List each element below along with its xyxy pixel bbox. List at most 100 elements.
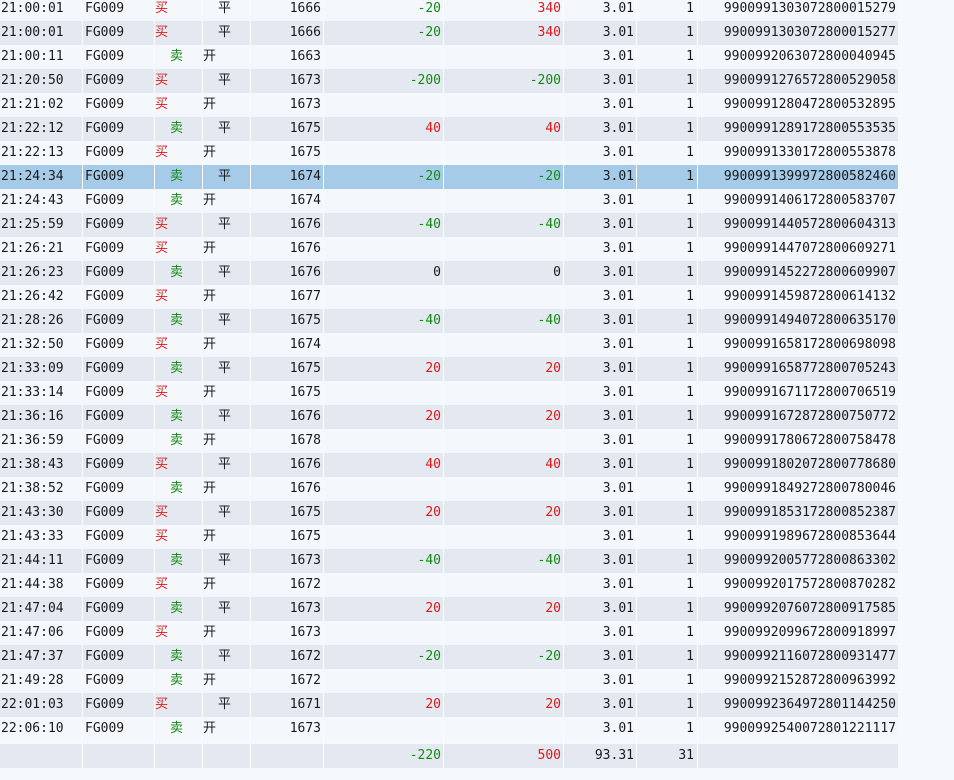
table-row[interactable]: 21:47:06 FG009 买开 1673 3.01 1 9900992099672800…	[0, 621, 898, 645]
price-cell: 1674	[251, 333, 324, 357]
time-cell: 21:24:43	[0, 189, 83, 213]
quantity-cell: 1	[637, 645, 698, 669]
totals-blank	[203, 744, 251, 768]
time-cell: 21:21:02	[0, 93, 83, 117]
direction-cell: 卖	[155, 477, 203, 501]
trade-id-cell: 9900992063072800040945	[723, 49, 896, 64]
table-row[interactable]: 21:44:11 FG009 卖平 1673 -40 -40 3.01 1 9900992005…	[0, 549, 898, 573]
table-row[interactable]: 21:26:42 FG009 买开 1677 3.01 1 9900991459872800…	[0, 285, 898, 309]
table-row[interactable]: 21:24:43 FG009 卖开 1674 3.01 1 9900991406172800…	[0, 189, 898, 213]
price-cell: 1675	[251, 309, 324, 333]
contract-cell: FG009	[83, 645, 155, 669]
table-row[interactable]: 21:20:50 FG009 买平 1673 -200 -200 3.01 1 99009912…	[0, 69, 898, 93]
table-row[interactable]: 22:01:03 FG009 买平 1671 20 20 3.01 1 990099236497…	[0, 693, 898, 717]
trade-id-cell: 9900992076072800917585	[723, 601, 896, 616]
profit-cell	[324, 717, 444, 741]
profit-cell	[324, 333, 444, 357]
table-row[interactable]: 21:28:26 FG009 卖平 1675 -40 -40 3.01 1 9900991494…	[0, 309, 898, 333]
table-row[interactable]: 21:38:43 FG009 买平 1676 40 40 3.01 1 990099180207…	[0, 453, 898, 477]
table-row[interactable]: 21:22:13 FG009 买开 1675 3.01 1 9900991330172800…	[0, 141, 898, 165]
contract-cell: FG009	[83, 429, 155, 453]
profit-cell-2	[444, 189, 564, 213]
table-row[interactable]: 21:47:37 FG009 卖平 1672 -20 -20 3.01 1 9900992116…	[0, 645, 898, 669]
price-cell: 1677	[251, 285, 324, 309]
profit-cell-2: 20	[444, 357, 564, 381]
table-row[interactable]: 21:32:50 FG009 买开 1674 3.01 1 9900991658172800…	[0, 333, 898, 357]
trade-id-cell: 9900992540072801221117	[723, 721, 896, 736]
price-cell: 1676	[251, 405, 324, 429]
table-row[interactable]: 21:24:34 FG009 卖平 1674 -20 -20 3.01 1 9900991399…	[0, 165, 898, 189]
table-row[interactable]: 22:06:10 FG009 卖开 1673 3.01 1 9900992540072801…	[0, 717, 898, 741]
table-row[interactable]: 21:25:59 FG009 买平 1676 -40 -40 3.01 1 9900991440…	[0, 213, 898, 237]
open-close-cell: 开	[203, 573, 251, 597]
table-row[interactable]: 21:33:14 FG009 买开 1675 3.01 1 9900991671172800…	[0, 381, 898, 405]
profit-cell: -20	[324, 0, 444, 21]
direction-cell: 卖	[155, 165, 203, 189]
time-cell: 21:26:23	[0, 261, 83, 285]
time-cell: 21:20:50	[0, 69, 83, 93]
profit-cell-2	[444, 141, 564, 165]
quantity-cell: 1	[637, 621, 698, 645]
totals-blank	[698, 744, 898, 768]
profit-cell-2: -20	[444, 645, 564, 669]
table-row[interactable]: 21:49:28 FG009 卖开 1672 3.01 1 9900992152872800…	[0, 669, 898, 693]
table-row[interactable]: 21:33:09 FG009 卖平 1675 20 20 3.01 1 990099165877…	[0, 357, 898, 381]
profit-cell: -40	[324, 549, 444, 573]
quantity-cell: 1	[637, 525, 698, 549]
profit-cell-2	[444, 669, 564, 693]
quantity-cell: 1	[637, 573, 698, 597]
price-cell: 1675	[251, 357, 324, 381]
profit-cell: 40	[324, 117, 444, 141]
time-cell: 21:38:43	[0, 453, 83, 477]
direction-cell: 卖	[155, 645, 203, 669]
totals-blank	[155, 744, 203, 768]
direction-cell: 卖	[155, 117, 203, 141]
totals-blank	[251, 744, 324, 768]
fee-cell: 3.01	[564, 429, 637, 453]
table-row[interactable]: 21:21:02 FG009 买开 1673 3.01 1 9900991280472800…	[0, 93, 898, 117]
fee-cell: 3.01	[564, 645, 637, 669]
table-row[interactable]: 21:43:30 FG009 买平 1675 20 20 3.01 1 990099185317…	[0, 501, 898, 525]
direction-cell: 买	[155, 525, 203, 549]
profit-cell	[324, 189, 444, 213]
profit-cell-2: -200	[444, 69, 564, 93]
profit-cell-2: 20	[444, 693, 564, 717]
total-profit-2: 500	[444, 744, 564, 768]
table-row[interactable]: 21:36:59 FG009 卖开 1678 3.01 1 9900991780672800…	[0, 429, 898, 453]
direction-cell: 买	[155, 333, 203, 357]
table-row[interactable]: 21:26:23 FG009 卖平 1676 0 0 3.01 1 99009914522728…	[0, 261, 898, 285]
table-row[interactable]: 21:38:52 FG009 卖开 1676 3.01 1 9900991849272800…	[0, 477, 898, 501]
table-row[interactable]: 21:44:38 FG009 买开 1672 3.01 1 9900992017572800…	[0, 573, 898, 597]
price-cell: 1675	[251, 525, 324, 549]
price-cell: 1674	[251, 189, 324, 213]
table-row[interactable]: 21:26:21 FG009 买开 1676 3.01 1 9900991447072800…	[0, 237, 898, 261]
quantity-cell: 1	[637, 165, 698, 189]
fee-cell: 3.01	[564, 45, 637, 69]
direction-cell: 买	[155, 141, 203, 165]
open-close-cell: 平	[203, 117, 251, 141]
quantity-cell: 1	[637, 357, 698, 381]
table-row[interactable]: 21:43:33 FG009 买开 1675 3.01 1 9900991989672800…	[0, 525, 898, 549]
profit-cell: 20	[324, 501, 444, 525]
trade-id-cell: 9900992152872800963992	[723, 673, 896, 688]
table-row[interactable]: 21:00:01 FG009 买平 1666 -20 340 3.01 1 9900991303…	[0, 0, 898, 21]
time-cell: 21:25:59	[0, 213, 83, 237]
quantity-cell: 1	[637, 405, 698, 429]
table-row[interactable]: 21:22:12 FG009 卖平 1675 40 40 3.01 1 990099128917…	[0, 117, 898, 141]
trade-id-cell: 9900991406172800583707	[723, 193, 896, 208]
fee-cell: 3.01	[564, 669, 637, 693]
price-cell: 1675	[251, 141, 324, 165]
profit-cell-2	[444, 333, 564, 357]
table-row[interactable]: 21:00:01 FG009 买平 1666 -20 340 3.01 1 9900991303…	[0, 21, 898, 45]
table-row[interactable]: 21:36:16 FG009 卖平 1676 20 20 3.01 1 990099167287…	[0, 405, 898, 429]
table-row[interactable]: 21:00:11 FG009 卖开 1663 3.01 1 9900992063072800…	[0, 45, 898, 69]
price-cell: 1674	[251, 165, 324, 189]
trade-id-cell: 9900991780672800758478	[723, 433, 896, 448]
profit-cell: -40	[324, 309, 444, 333]
quantity-cell: 1	[637, 261, 698, 285]
table-row[interactable]: 21:47:04 FG009 卖平 1673 20 20 3.01 1 990099207607…	[0, 597, 898, 621]
open-close-cell: 开	[203, 333, 251, 357]
contract-cell: FG009	[83, 21, 155, 45]
time-cell: 21:43:33	[0, 525, 83, 549]
total-profit: -220	[324, 744, 444, 768]
